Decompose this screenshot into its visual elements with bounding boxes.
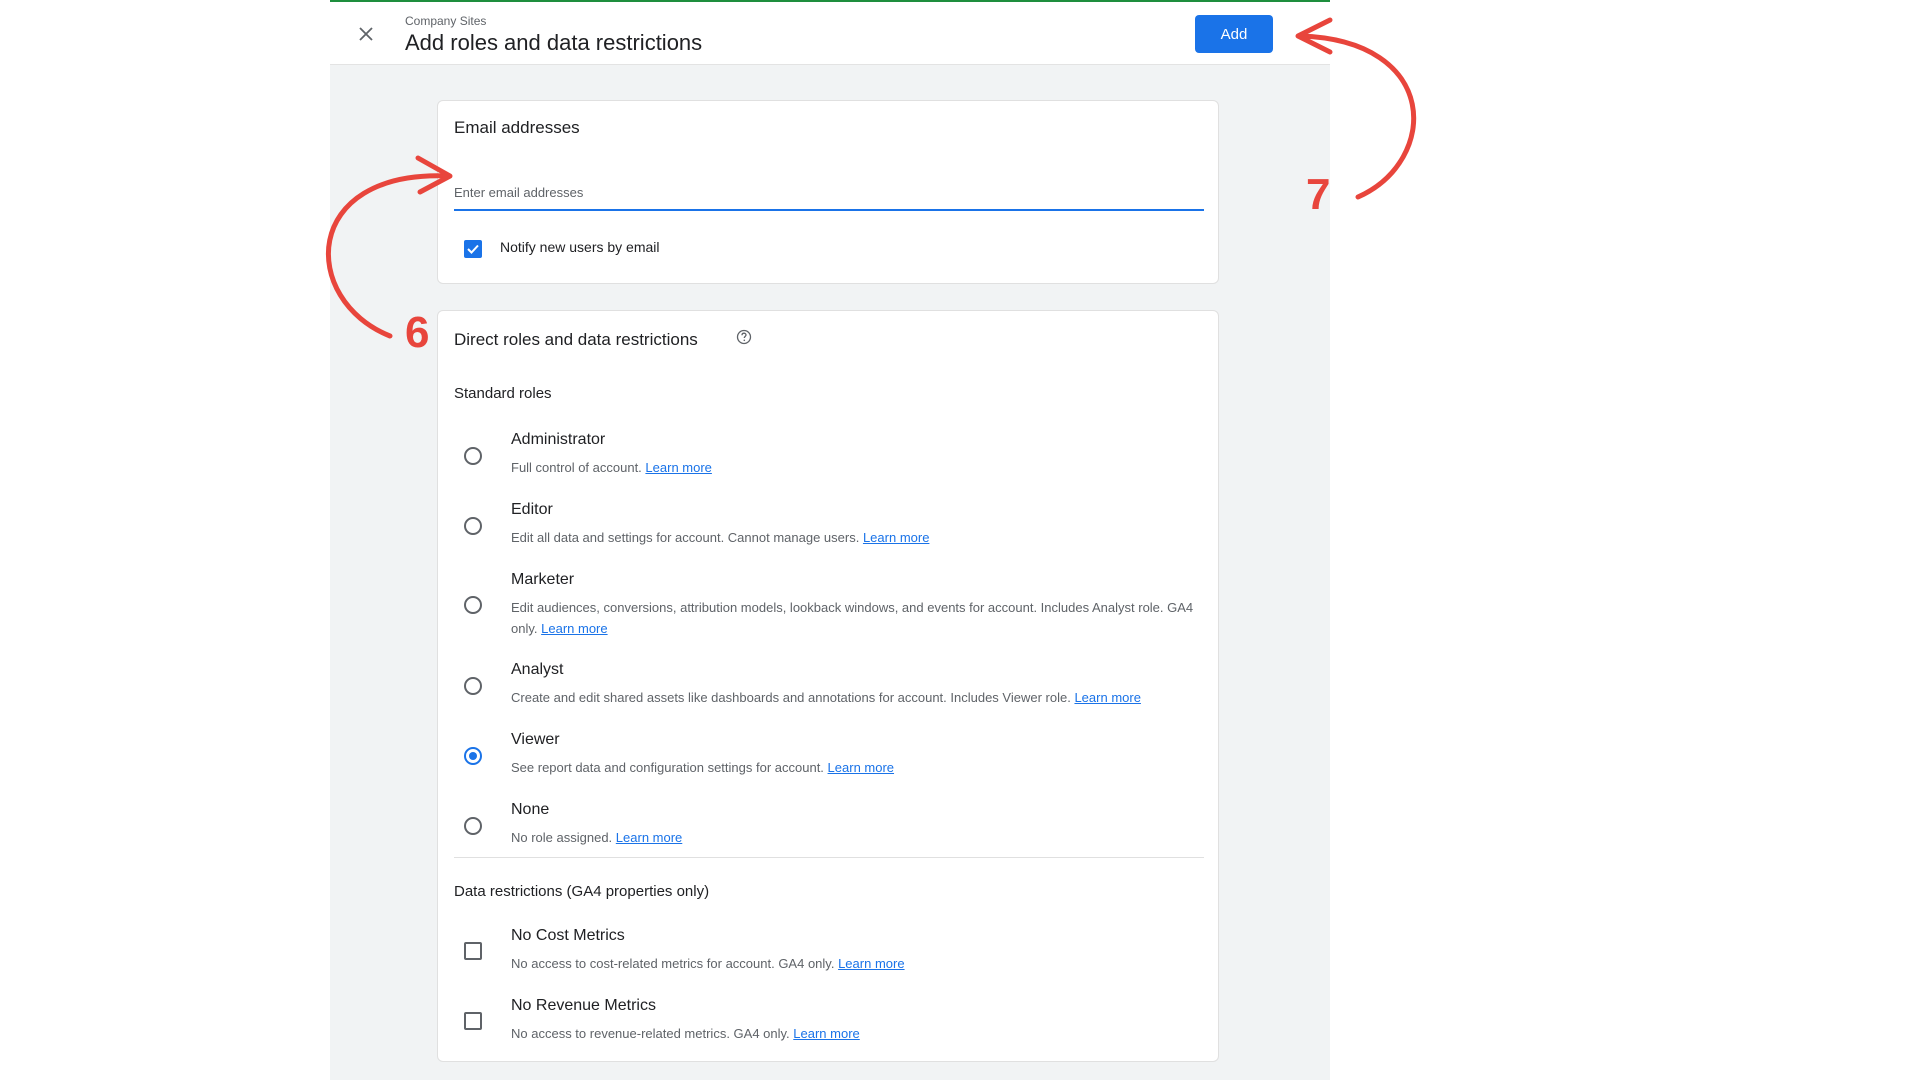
learn-more-link[interactable]: Learn more [616,830,682,845]
restriction-desc: No access to revenue-related metrics. GA… [511,1026,860,1041]
roles-card: Direct roles and data restrictions Stand… [437,310,1219,1062]
role-desc: No role assigned. Learn more [511,830,683,845]
email-input[interactable] [454,183,1204,202]
role-desc: Create and edit shared assets like dashb… [511,690,1141,705]
role-desc: See report data and configuration settin… [511,760,895,775]
annotation-step-7: 7 [1306,170,1331,219]
section-divider [454,857,1204,858]
notify-checkbox[interactable] [464,240,482,258]
email-card-title: Email addresses [454,118,580,137]
annotation-step-6: 6 [405,308,430,357]
check-icon [467,244,479,254]
data-restrictions-label: Data restrictions (GA4 properties only) [454,883,710,900]
close-icon [359,27,373,41]
restriction-checkbox-no-revenue[interactable] [464,1012,482,1030]
standard-roles-label: Standard roles [454,385,552,402]
roles-card-title: Direct roles and data restrictions [454,330,698,349]
learn-more-link[interactable]: Learn more [541,621,607,636]
page-title: Add roles and data restrictions [405,30,703,55]
role-radio-editor[interactable] [464,517,482,535]
learn-more-link[interactable]: Learn more [645,460,711,475]
role-desc: Edit audiences, conversions, attribution… [511,600,1194,636]
email-field-wrap [454,183,1204,211]
email-card: Email addresses Notify new users by emai… [437,100,1219,284]
add-button[interactable]: Add [1195,15,1273,53]
role-name: Administrator [511,431,606,448]
learn-more-link[interactable]: Learn more [1074,690,1140,705]
restriction-desc: No access to cost-related metrics for ac… [511,956,905,971]
role-desc: Full control of account. Learn more [511,460,712,475]
restriction-name: No Revenue Metrics [511,997,656,1014]
top-bar: Company Sites Add roles and data restric… [330,0,1330,65]
close-button[interactable] [352,20,380,48]
restriction-checkbox-no-cost[interactable] [464,942,482,960]
restriction-name: No Cost Metrics [511,927,625,944]
role-name: Marketer [511,571,575,588]
role-desc: Edit all data and settings for account. … [511,530,930,545]
notify-label: Notify new users by email [500,239,660,255]
role-name: Editor [511,501,553,518]
learn-more-link[interactable]: Learn more [828,760,894,775]
dialog-frame: Company Sites Add roles and data restric… [330,0,1330,1080]
learn-more-link[interactable]: Learn more [863,530,929,545]
role-name: Analyst [511,661,564,678]
role-radio-administrator[interactable] [464,447,482,465]
learn-more-link[interactable]: Learn more [838,956,904,971]
learn-more-link[interactable]: Learn more [793,1026,859,1041]
role-name: Viewer [511,731,560,748]
help-icon[interactable] [736,329,752,345]
role-radio-viewer[interactable] [464,747,482,765]
breadcrumb: Company Sites [405,14,487,28]
role-radio-analyst[interactable] [464,677,482,695]
role-name: None [511,801,550,818]
role-radio-marketer[interactable] [464,596,482,614]
role-radio-none[interactable] [464,817,482,835]
